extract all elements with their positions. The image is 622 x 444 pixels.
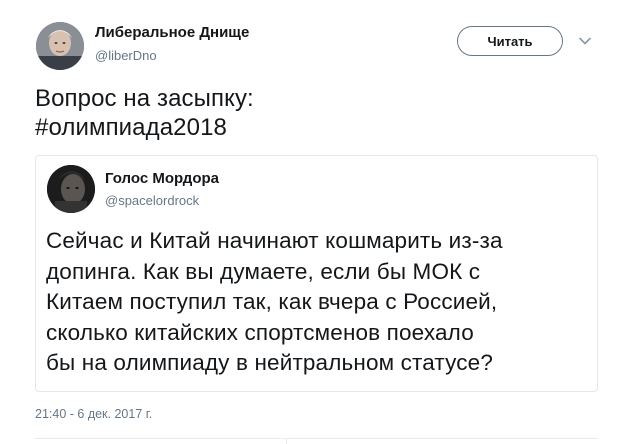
quoted-author-handle[interactable]: @spacelordrock [105,193,199,208]
tweet-text-line: Вопрос на засыпку: [35,85,254,112]
quoted-text-line: Сейчас и Китай начинают кошмарить из-за [46,228,503,253]
author-handle[interactable]: @liberDno [95,48,157,63]
divider [35,438,598,439]
quoted-tweet-text: Сейчас и Китай начинают кошмарить из-за … [46,226,503,379]
tweet-timestamp[interactable]: 21:40 - 6 дек. 2017 г. [35,407,152,421]
quoted-author-name[interactable]: Голос Мордора [105,170,219,187]
quoted-tweet-card[interactable]: Голос Мордора @spacelordrock Сейчас и Ки… [35,155,598,392]
quoted-author-avatar-image [47,165,95,213]
hashtag-link[interactable]: #олимпиада2018 [35,113,254,142]
follow-button[interactable]: Читать [457,26,563,56]
quoted-text-line: бы на олимпиаду в нейтральном статусе? [46,350,493,375]
divider [286,438,287,444]
quoted-author-avatar[interactable] [47,165,95,213]
author-avatar-image [36,22,84,70]
quoted-text-line: допинга. Как вы думаете, если бы МОК с [46,258,481,284]
quoted-text-line: сколько китайских спортсменов поехало [46,319,474,345]
quoted-text-line: Китаем поступил так, как вчера с Россией… [46,289,498,314]
author-avatar[interactable] [36,22,84,70]
author-name[interactable]: Либеральное Днище [95,24,249,41]
chevron-down-icon[interactable] [578,34,592,48]
tweet-text: Вопрос на засыпку: #олимпиада2018 [35,84,254,142]
